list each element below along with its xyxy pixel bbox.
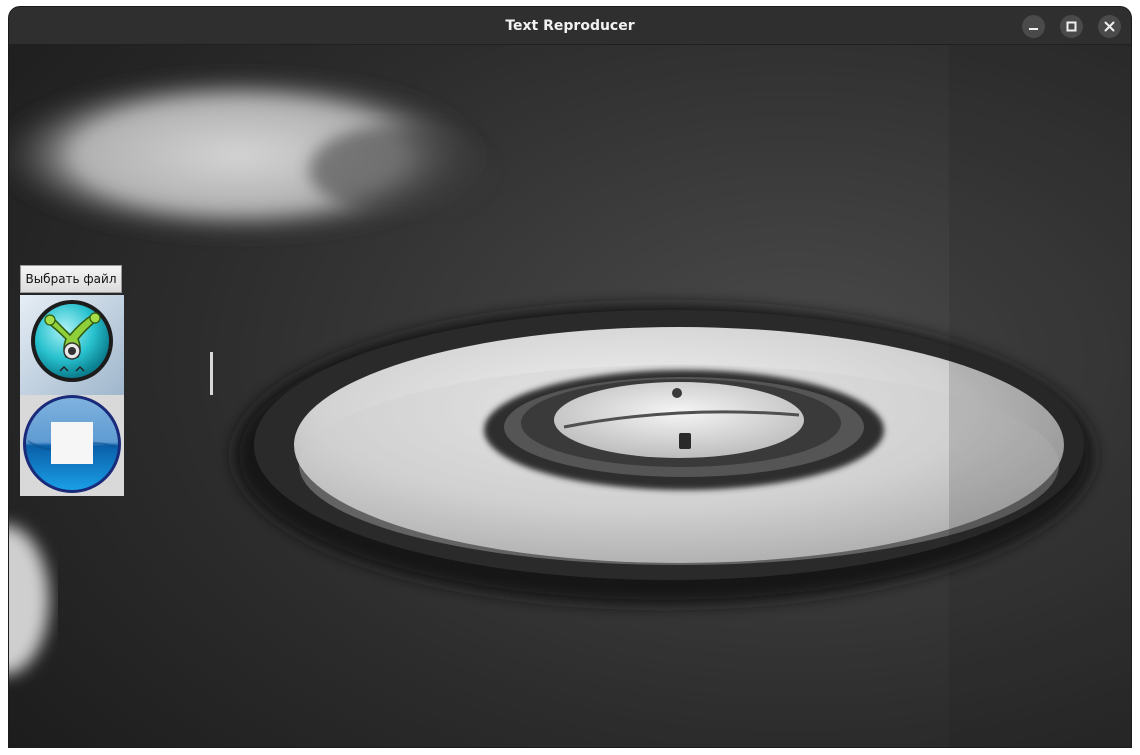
title-bar[interactable]: Text Reproducer: [9, 7, 1131, 45]
webcam-mascot-icon: [20, 295, 124, 396]
close-button[interactable]: [1098, 15, 1121, 38]
app-window: Text Reproducer Выбрать файл: [9, 7, 1131, 747]
minimize-icon: [1029, 28, 1038, 30]
app-icon-button[interactable]: [20, 295, 124, 396]
close-icon: [1104, 21, 1115, 32]
main-canvas: Выбрать файл: [9, 45, 1131, 747]
minimize-button[interactable]: [1022, 15, 1045, 38]
stop-button[interactable]: [20, 395, 124, 496]
maximize-icon: [1066, 21, 1077, 32]
choose-file-button[interactable]: Выбрать файл: [20, 265, 122, 293]
window-title: Text Reproducer: [505, 18, 635, 34]
text-cursor: [210, 352, 213, 395]
maximize-button[interactable]: [1060, 15, 1083, 38]
stop-icon: [23, 395, 121, 493]
background-photo: [9, 45, 1131, 747]
